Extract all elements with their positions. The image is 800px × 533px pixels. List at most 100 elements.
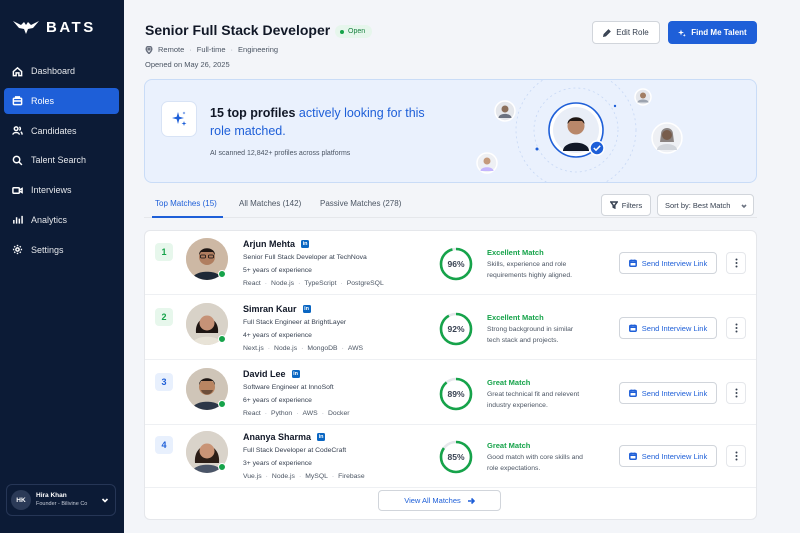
banner-heading: 15 top profiles actively looking for thi… [210,104,440,140]
filter-icon [609,201,618,209]
sidebar-item-interviews[interactable]: Interviews [4,177,119,203]
candidate-role: Software Engineer at InnoSoft [243,384,334,391]
sidebar-item-dashboard[interactable]: Dashboard [4,58,119,84]
skill-tag: Node.js [271,280,295,287]
match-label: Excellent Match [487,248,544,257]
skill-tag: Next.js [243,345,264,352]
user-menu[interactable]: HK Hira Khan Founder - Bilivine Co [6,484,116,516]
sparkle-icon [172,111,187,126]
candidate-experience: 5+ years of experience [243,267,312,274]
active-tab-indicator [152,216,223,218]
candidate-skills: React · Python · AWS · Docker [243,410,350,417]
match-label: Great Match [487,441,531,450]
candidate-name[interactable]: Simran Kaur in [243,304,311,314]
more-vertical-icon [735,451,737,461]
find-talent-label: Find Me Talent [691,28,747,37]
arrow-right-icon [467,497,475,504]
match-score: 85% [447,452,465,462]
more-options-button[interactable] [726,252,746,274]
profile-avatar [634,88,652,106]
ai-icon-box [161,101,197,137]
brand-name: BATS [46,18,96,36]
sidebar-item-label: Interviews [31,185,72,196]
online-indicator [218,463,226,471]
role-type: Full-time [196,45,226,54]
skill-tag: React [243,280,261,287]
status-badge: Open [335,25,373,38]
sort-select[interactable]: Sort by: Best Match [657,194,754,216]
sidebar-item-label: Candidates [31,125,77,136]
more-options-button[interactable] [726,445,746,467]
rank-badge: 2 [155,308,173,326]
candidate-skills: React · Node.js · TypeScript · PostgreSQL [243,280,384,287]
skill-separator: · [298,280,301,287]
candidate-row[interactable]: 4 Ananya Sharma in Full Stack Developer a… [145,424,756,488]
linkedin-icon[interactable]: in [301,240,310,248]
filters-label: Filters [621,200,643,210]
candidate-name[interactable]: Ananya Sharma in [243,432,326,442]
sidebar-item-analytics[interactable]: Analytics [4,207,119,233]
banner-subtitle: AI scanned 12,842+ profiles across platf… [210,150,351,157]
match-label: Excellent Match [487,313,544,322]
edit-role-button[interactable]: Edit Role [592,21,660,44]
sidebar-item-candidates[interactable]: Candidates [4,118,119,144]
send-interview-link-button[interactable]: Send Interview Link [619,445,717,467]
candidate-skills: Vue.js · Node.js · MySQL · Firebase [243,473,365,480]
linkedin-icon[interactable]: in [317,433,326,441]
send-interview-link-button[interactable]: Send Interview Link [619,382,717,404]
match-score: 89% [447,389,465,399]
linkedin-icon[interactable]: in [291,370,300,378]
skill-separator: · [264,280,268,287]
match-description: Great technical fit and relevent industr… [487,391,580,409]
profile-avatar [651,122,683,154]
talent-orbit-illustration [476,80,683,182]
tab-all-matches[interactable]: All Matches (142) [239,199,301,208]
candidate-row[interactable]: 3 David Lee in Software Engineer at InnoS… [145,361,756,425]
sidebar-item-label: Dashboard [31,66,76,76]
candidate-name-text: Simran Kaur [243,304,297,314]
match-label: Great Match [487,378,531,387]
candidate-role: Senior Full Stack Developer at TechNova [243,254,367,261]
home-icon [12,66,23,76]
find-talent-button[interactable]: Find Me Talent [668,21,757,44]
filters-button[interactable]: Filters [601,194,651,216]
skill-tag: AWS [302,410,318,417]
candidate-row[interactable]: 1 Arjun Mehta in Senior Full Stack Develo… [145,231,756,295]
skill-tag: Node.js [271,473,295,480]
sidebar-item-talent-search[interactable]: Talent Search [4,147,119,173]
role-location: Remote [158,45,185,54]
tab-top-matches[interactable]: Top Matches (15) [155,199,217,208]
sidebar-item-roles[interactable]: Roles [4,87,119,114]
profile-avatar [476,152,498,174]
more-options-button[interactable] [726,382,746,404]
skill-separator: · [321,410,324,417]
banner-heading-highlight: actively looking for [298,106,402,120]
sidebar-item-settings[interactable]: Settings [4,237,119,263]
linkedin-icon[interactable]: in [302,305,311,313]
sparkle-icon [678,29,687,37]
tab-passive-matches[interactable]: Passive Matches (278) [320,199,401,208]
send-interview-link-button[interactable]: Send Interview Link [619,252,717,274]
send-interview-link-label: Send Interview Link [641,258,708,268]
view-all-matches-button[interactable]: View All Matches [378,490,501,511]
send-interview-link-button[interactable]: Send Interview Link [619,317,717,339]
candidate-name[interactable]: Arjun Mehta in [243,239,310,249]
brand-logo[interactable]: BATS [12,18,96,36]
sidebar: BATS Dashboard Roles Candidates Talent S… [0,0,124,533]
candidate-name-text: Arjun Mehta [243,239,296,249]
skill-separator: · [341,345,344,352]
users-icon [12,126,23,135]
user-name: Hira Khan [36,491,67,499]
send-interview-link-label: Send Interview Link [641,451,708,461]
send-interview-link-label: Send Interview Link [641,323,708,333]
skill-separator: · [298,473,302,480]
calendar-icon [628,452,637,460]
calendar-icon [628,259,637,267]
sidebar-item-label: Talent Search [31,155,87,166]
more-options-button[interactable] [726,317,746,339]
more-vertical-icon [735,388,737,398]
candidate-name[interactable]: David Lee in [243,369,300,379]
candidate-row[interactable]: 2 Simran Kaur in Full Stack Engineer at B… [145,296,756,360]
video-icon [12,186,23,194]
calendar-icon [628,389,637,397]
